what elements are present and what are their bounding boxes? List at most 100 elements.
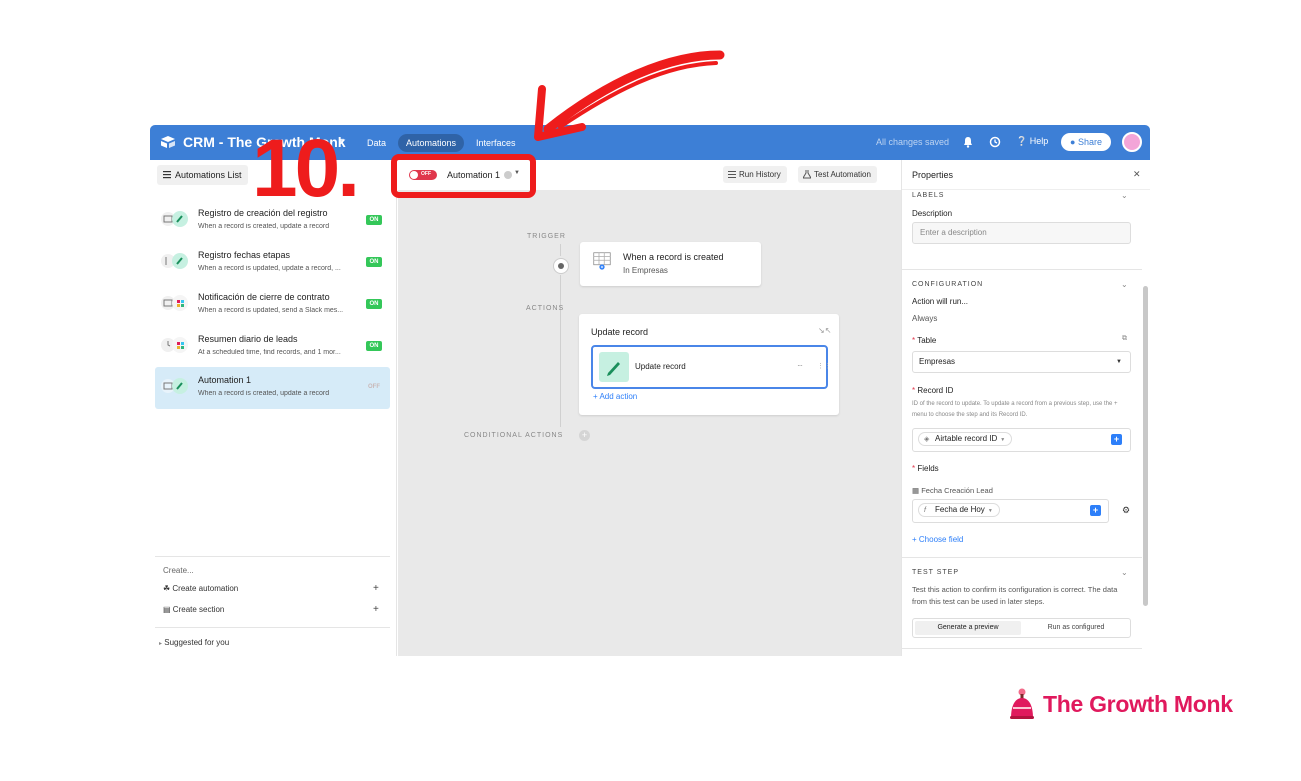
connector-line [560,244,561,256]
divider [155,556,390,557]
tab-automations[interactable]: Automations [398,134,465,152]
test-step-description: Test this action to confirm its configur… [912,585,1118,606]
tag-icon: ◈ [924,436,930,443]
brand-name: The Growth Monk [1043,691,1233,717]
properties-header: Properties ✕ [902,160,1150,190]
actions-card: Update record ↘↖ Update record ··· ⋮⋮ + … [579,314,839,415]
close-icon[interactable]: ✕ [1133,169,1141,180]
copy-icon[interactable]: ⧉ [1122,335,1127,343]
table-pencil-icon [161,211,188,227]
fields-label-text: Fields [917,464,939,473]
record-id-help: ID of the record to update. To update a … [912,401,1118,418]
trigger-label: TRIGGER [527,233,566,240]
create-automation-label: ☘ Create automation [163,584,238,593]
automation-name: Notificación de cierre de contrato [198,292,330,302]
action-will-run-label: Action will run... [912,297,969,306]
status-badge[interactable]: OFF [366,382,382,392]
automation-description: When a record is updated, update a recor… [198,265,341,272]
description-input[interactable]: Enter a description [912,222,1131,244]
tab-data[interactable]: Data [359,134,394,152]
chevron-down-icon[interactable]: ⌄ [1121,280,1128,289]
automations-list-button[interactable]: Automations List [157,165,248,185]
history-icon[interactable] [988,135,1002,149]
connector-line [560,317,561,427]
choose-field-button[interactable]: + Choose field [912,535,963,544]
insert-token-icon[interactable]: + [1090,505,1101,516]
automation-description: When a record is created, update a recor… [198,390,330,397]
dropdown-arrow-icon: ▼ [1116,359,1122,365]
help-label: Help [1029,136,1049,146]
status-badge[interactable]: ON [366,257,382,267]
flask-icon [803,170,811,179]
automation-item[interactable]: Registro fechas etapas When a record is … [155,242,390,284]
step-number-annotation: 10. [252,123,360,214]
more-icon[interactable]: ··· [797,361,803,370]
date-field-icon: ▦ [912,486,920,495]
chevron-down-icon[interactable]: ⌄ [1121,191,1128,200]
divider [902,557,1142,558]
create-section-text: Create section [172,605,225,614]
collapse-icon[interactable]: ↘↖ [818,326,831,335]
test-automation-button[interactable]: Test Automation [798,166,877,183]
chevron-right-icon: ▸ [159,641,163,647]
table-select[interactable]: Empresas ▼ [912,351,1131,373]
run-condition-value: Always [912,314,938,323]
run-trigger-icon[interactable] [553,258,569,274]
share-button[interactable]: ● Share [1061,133,1111,151]
clock-slack-icon [161,337,188,353]
formula-icon: f [924,507,926,514]
automation-description: When a record is created, update a recor… [198,223,330,230]
help-button[interactable]: ❔ Help [1016,136,1048,147]
actions-card-title: Update record [591,327,649,337]
run-as-configured-button[interactable]: Run as configured [1023,621,1129,635]
add-conditional-icon[interactable]: + [579,430,590,441]
airtable-logo-icon[interactable] [160,135,176,149]
chevron-down-icon[interactable]: ⌄ [1121,568,1128,577]
share-label: Share [1077,137,1102,147]
formula-token[interactable]: f Fecha de Hoy ▼ [918,503,1000,517]
create-automation-text: Create automation [172,584,239,593]
action-step[interactable]: Update record ··· ⋮⋮ [591,345,831,389]
suggested-toggle[interactable]: ▸ Suggested for you [159,638,229,647]
gear-icon[interactable]: ⚙ [1122,505,1130,516]
pencil-icon [599,352,629,382]
test-step-section: TEST STEP [912,569,959,576]
status-badge[interactable]: ON [366,215,382,225]
automations-list-label: Automations List [175,170,242,180]
automation-icon: ☘ [163,584,171,593]
section-icon: ▤ [163,605,171,614]
scrollbar[interactable] [1143,286,1148,606]
divider [155,627,390,628]
suggested-label: Suggested for you [164,638,230,647]
avatar[interactable] [1122,132,1142,152]
record-id-token[interactable]: ◈ Airtable record ID ▼ [918,432,1013,446]
step-name: Update record [635,362,686,371]
drag-handle-icon[interactable]: ⋮⋮ [817,362,831,370]
tab-interfaces[interactable]: Interfaces [468,134,524,152]
automation-description: At a scheduled time, find records, and 1… [198,349,341,356]
field-value-input[interactable]: f Fecha de Hoy ▼ + [912,499,1109,523]
create-heading: Create... [163,566,194,575]
automation-item[interactable]: Resumen diario de leads At a scheduled t… [155,326,390,368]
insert-token-icon[interactable]: + [1111,434,1122,445]
add-action-button[interactable]: + Add action [593,392,637,401]
generate-preview-button[interactable]: Generate a preview [915,621,1021,635]
chevron-down-icon: ▼ [1000,437,1006,443]
configuration-section: CONFIGURATION [912,281,984,288]
bell-icon[interactable] [961,135,975,149]
status-badge[interactable]: ON [366,299,382,309]
automation-item-selected[interactable]: Automation 1 When a record is created, u… [155,367,390,409]
monk-mascot-icon [1010,688,1034,719]
trigger-card[interactable]: When a record is created In Empresas [580,242,761,286]
status-badge[interactable]: ON [366,341,382,351]
plus-icon[interactable]: + [373,604,379,615]
automation-item[interactable]: Notificación de cierre de contrato When … [155,284,390,326]
plus-icon[interactable]: + [373,583,379,594]
run-history-button[interactable]: Run History [723,166,787,183]
help-icon: ❔ [1016,136,1028,146]
table-slack-icon [161,295,188,311]
trigger-title: When a record is created [623,252,724,262]
table-label-text: Table [917,336,937,345]
record-id-field[interactable]: ◈ Airtable record ID ▼ + [912,428,1131,452]
test-mode-segmented: Generate a preview Run as configured [912,618,1131,638]
